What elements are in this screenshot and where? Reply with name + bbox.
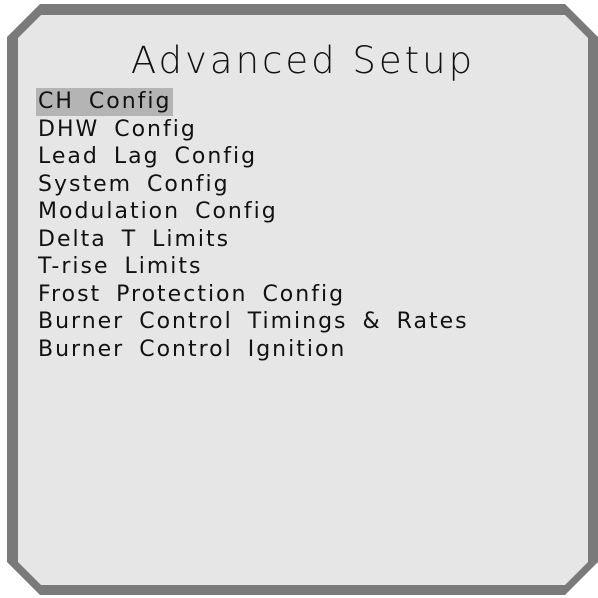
menu-item-burner-control-ignition[interactable]: Burner Control Ignition (36, 336, 348, 364)
menu-item-burner-control-timings-rates[interactable]: Burner Control Timings & Rates (36, 308, 471, 336)
page-title: Advanced Setup (130, 39, 476, 82)
menu-item-ch-config[interactable]: CH Config (36, 88, 173, 116)
menu-item-dhw-config[interactable]: DHW Config (36, 116, 199, 144)
menu-item-modulation-config[interactable]: Modulation Config (36, 198, 280, 226)
menu-item-system-config[interactable]: System Config (36, 171, 232, 199)
menu-item-t-rise-limits[interactable]: T-rise Limits (36, 253, 205, 281)
advanced-setup-menu: CH Config DHW Config Lead Lag Config Sys… (36, 88, 471, 363)
display-screen: Advanced Setup CH Config DHW Config Lead… (18, 15, 588, 585)
menu-item-delta-t-limits[interactable]: Delta T Limits (36, 226, 232, 254)
menu-item-lead-lag-config[interactable]: Lead Lag Config (36, 143, 259, 171)
menu-item-frost-protection-config[interactable]: Frost Protection Config (36, 281, 347, 309)
